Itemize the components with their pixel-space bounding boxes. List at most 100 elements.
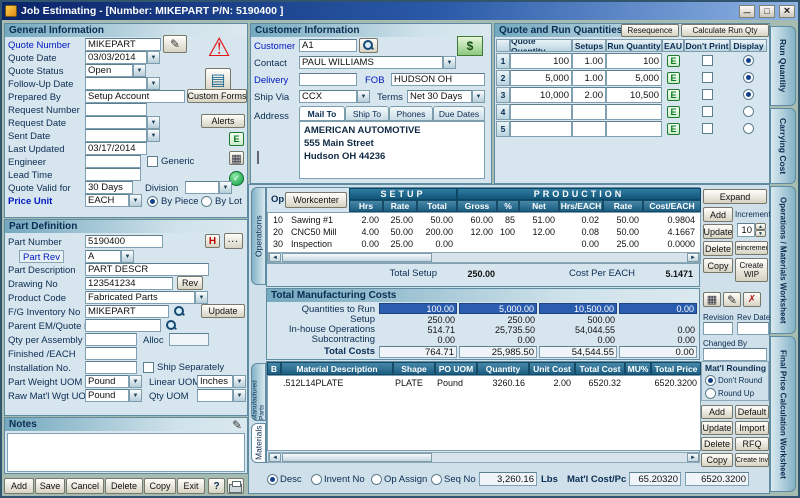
address-box[interactable]: AMERICAN AUTOMOTIVE 555 Main Street Huds… <box>299 121 485 179</box>
matl-default-button[interactable]: Default <box>735 405 769 419</box>
sort-desc-radio[interactable] <box>267 474 278 485</box>
edit-revision-icon[interactable] <box>723 292 741 307</box>
tab-ship-to[interactable]: Ship To <box>345 106 389 121</box>
contact-dropdown-icon[interactable] <box>443 56 456 69</box>
fg-inventory-field[interactable]: MIKEPART <box>85 305 169 318</box>
generic-checkbox[interactable] <box>147 156 158 167</box>
sort-op-assign-radio[interactable] <box>371 474 382 485</box>
setups-field[interactable]: 1.00 <box>572 70 606 86</box>
parent-quote-field[interactable] <box>85 319 161 332</box>
dont-print-checkbox[interactable] <box>702 106 713 117</box>
price-unit-dropdown-icon[interactable] <box>129 194 142 207</box>
display-radio[interactable] <box>743 123 754 134</box>
display-radio[interactable] <box>743 72 754 83</box>
by-piece-radio[interactable] <box>147 196 158 207</box>
operation-row[interactable]: 20 CNC50 Mill 4.00 50.00 200.00 12.00 10… <box>267 227 701 238</box>
fob-label[interactable]: FOB <box>365 74 385 87</box>
help-icon[interactable] <box>208 478 225 494</box>
ship-via-field[interactable]: CCX <box>299 90 357 103</box>
setups-field[interactable] <box>572 104 606 120</box>
material-row[interactable]: .512L14PLATE PLATE Pound 3260.16 2.00 65… <box>267 378 701 389</box>
notes-text-area[interactable] <box>7 433 245 472</box>
op-update-button[interactable]: Update <box>703 224 733 239</box>
cancel-button[interactable]: Cancel <box>66 478 104 494</box>
tab-materials[interactable]: Materials <box>251 423 266 463</box>
setups-field[interactable] <box>572 121 606 137</box>
sort-invent-radio[interactable] <box>311 474 322 485</box>
quote-date-dropdown-icon[interactable] <box>147 51 160 64</box>
delivery-label[interactable]: Delivery <box>254 74 288 87</box>
resequence-button[interactable]: Resequence <box>621 24 679 37</box>
currency-icon[interactable] <box>457 36 483 56</box>
eau-icon[interactable] <box>667 123 680 135</box>
eau-icon[interactable] <box>667 89 680 101</box>
calculate-run-qty-button[interactable]: Calculate Run Qty <box>681 24 769 37</box>
op-add-button[interactable]: Add <box>703 207 733 222</box>
part-weight-uom-dropdown-icon[interactable] <box>129 375 142 388</box>
tab-operations[interactable]: Operations <box>251 187 266 285</box>
qty-uom-dropdown-icon[interactable] <box>233 389 246 402</box>
quote-quantity-field[interactable] <box>510 121 572 137</box>
create-wip-button[interactable]: Create WIP <box>735 258 768 282</box>
part-weight-uom-field[interactable]: Pound <box>85 375 129 388</box>
eau-icon[interactable] <box>667 106 680 118</box>
request-date-field[interactable] <box>85 116 147 129</box>
lead-time-field[interactable] <box>85 168 141 181</box>
customer-field[interactable]: A1 <box>299 39 357 52</box>
setups-field[interactable]: 1.00 <box>572 53 606 69</box>
part-rev-dropdown-icon[interactable] <box>121 250 134 263</box>
quote-quantity-field[interactable]: 10,000 <box>510 87 572 103</box>
ship-separately-checkbox[interactable] <box>143 362 154 373</box>
terms-field[interactable]: Net 30 Days <box>407 90 472 103</box>
tab-manufactured-parts[interactable]: Manufactured Parts <box>251 363 266 421</box>
qty-run-4[interactable]: 0.00 <box>619 303 697 314</box>
quote-status-field[interactable]: Open <box>85 64 133 77</box>
scroll-right-icon[interactable] <box>687 253 699 262</box>
qty-uom-field[interactable] <box>197 389 233 402</box>
changed-by-field[interactable] <box>703 348 767 361</box>
run-quantity-field[interactable]: 100 <box>606 53 662 69</box>
scroll-left-icon[interactable] <box>269 253 281 262</box>
display-radio[interactable] <box>743 106 754 117</box>
matl-add-button[interactable]: Add <box>701 405 733 419</box>
matl-delete-button[interactable]: Delete <box>701 437 733 451</box>
run-quantity-field[interactable] <box>606 121 662 137</box>
reincrement-button[interactable]: Reincrement <box>735 241 768 255</box>
fg-update-button[interactable]: Update <box>201 304 245 318</box>
drawing-no-field[interactable]: 123541234 <box>85 277 173 290</box>
part-number-field[interactable]: 5190400 <box>85 235 163 248</box>
recalculate-icon[interactable] <box>703 292 721 307</box>
product-code-dropdown-icon[interactable] <box>195 291 208 304</box>
dont-round-radio[interactable] <box>705 375 716 386</box>
save-button[interactable]: Save <box>35 478 65 494</box>
copy-button[interactable]: Copy <box>144 478 176 494</box>
scroll-thumb[interactable] <box>282 253 432 262</box>
quote-number-label[interactable]: Quote Number <box>8 39 70 52</box>
matl-create-inv-button[interactable]: Create Inv <box>735 453 769 467</box>
matl-rfq-button[interactable]: RFQ <box>735 437 769 451</box>
delivery-field[interactable] <box>299 73 357 86</box>
add-button[interactable]: Add <box>4 478 34 494</box>
tab-final-price-calculation-worksheet[interactable]: Final Price Calculation Worksheet <box>770 336 796 492</box>
engineer-field[interactable] <box>85 155 141 168</box>
matl-copy-button[interactable]: Copy <box>701 453 733 467</box>
part-rev-label[interactable]: Part Rev <box>19 250 64 263</box>
drawing-rev-button[interactable]: Rev <box>177 276 203 290</box>
workcenter-button[interactable]: Workcenter <box>285 192 347 208</box>
sent-date-field[interactable] <box>85 129 147 142</box>
display-radio[interactable] <box>743 55 754 66</box>
part-rev-field[interactable]: A <box>85 250 121 263</box>
linear-uom-field[interactable]: Inches <box>197 375 233 388</box>
comment-icon[interactable] <box>224 233 243 249</box>
run-quantity-field[interactable]: 5,000 <box>606 70 662 86</box>
display-radio[interactable] <box>743 89 754 100</box>
finished-each-field[interactable] <box>85 347 137 360</box>
dont-print-checkbox[interactable] <box>702 55 713 66</box>
quote-quantity-field[interactable] <box>510 104 572 120</box>
scroll-thumb[interactable] <box>282 453 432 462</box>
calculator-icon[interactable] <box>229 151 244 165</box>
scroll-left-icon[interactable] <box>269 453 281 462</box>
notes-pencil-icon[interactable] <box>230 418 244 431</box>
fob-field[interactable]: HUDSON OH <box>391 73 485 86</box>
division-dropdown-icon[interactable] <box>219 181 232 194</box>
